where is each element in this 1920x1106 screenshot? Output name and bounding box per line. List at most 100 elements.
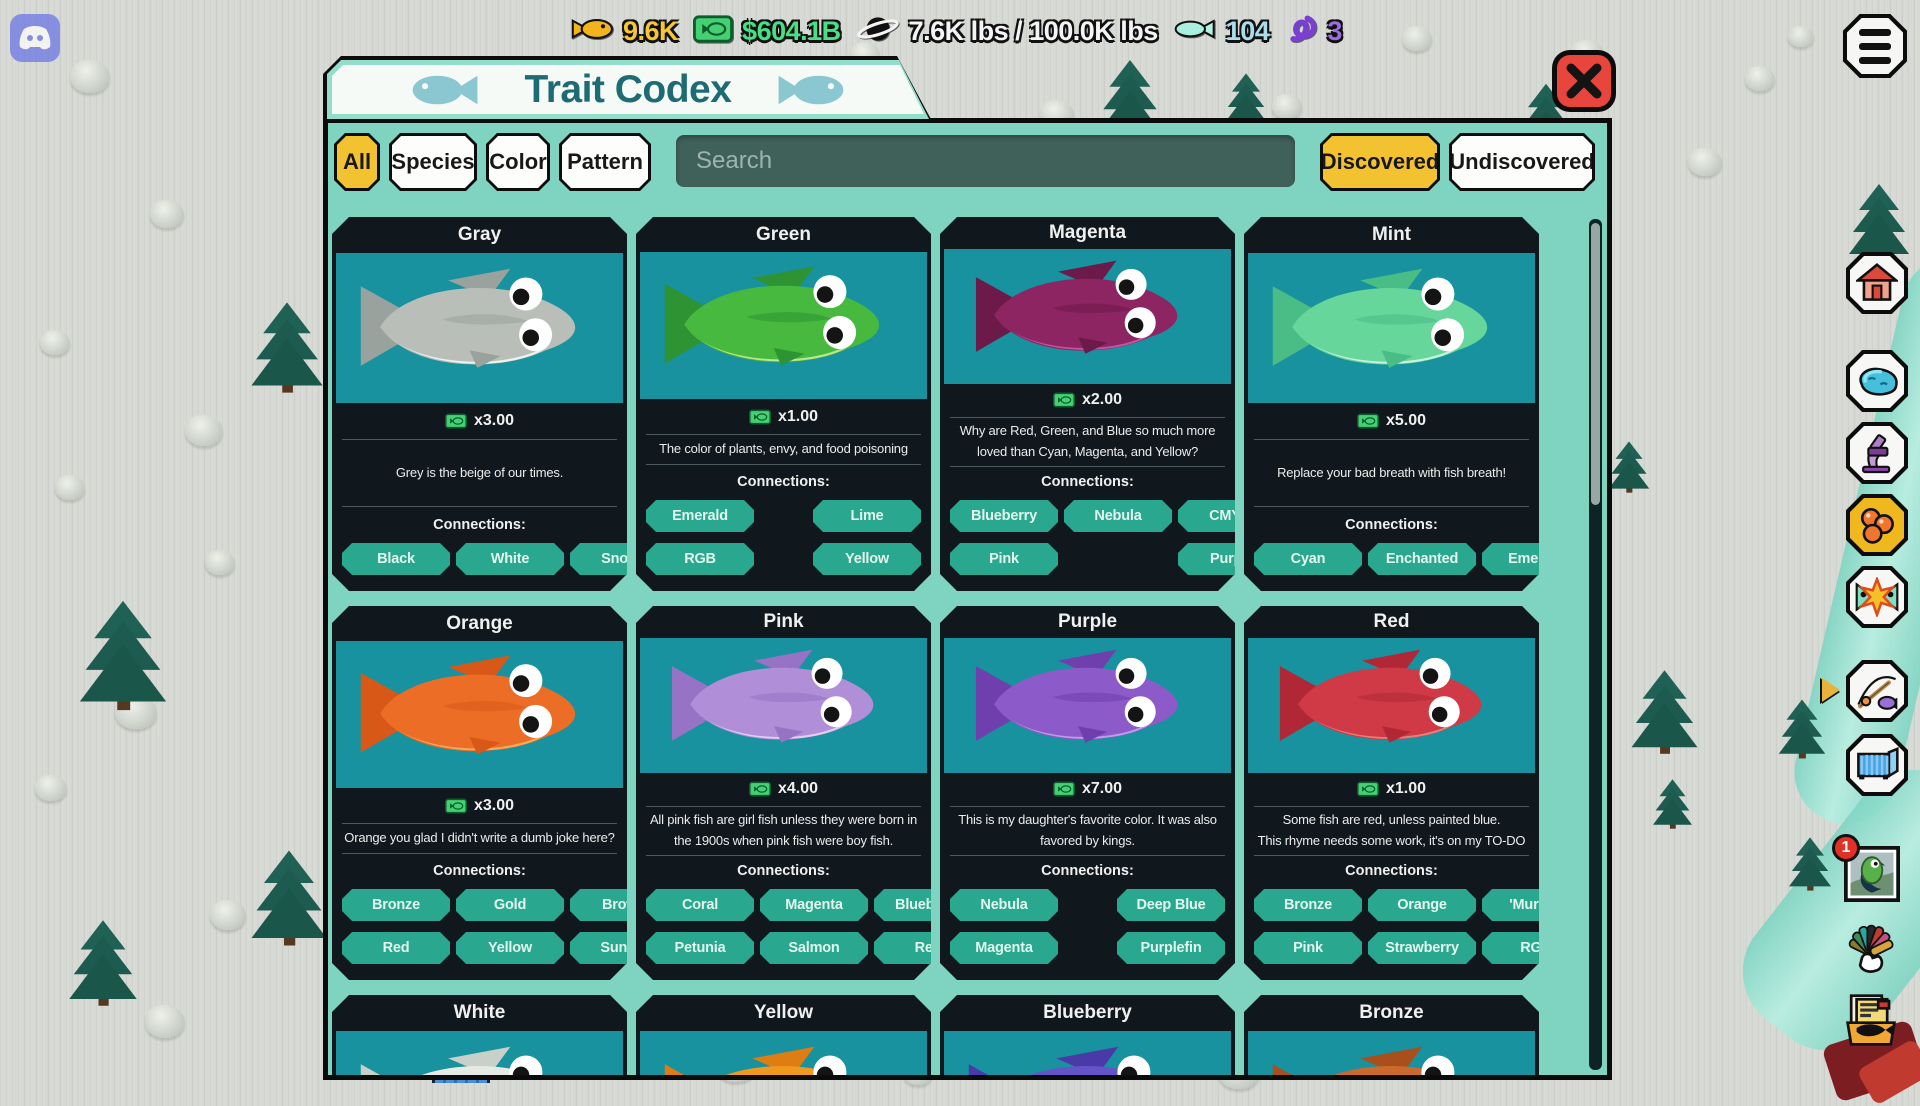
discord-icon[interactable] <box>10 14 60 62</box>
connection-purplefin[interactable]: Purplefin <box>1117 932 1225 964</box>
hud-value: 3 <box>1327 16 1342 47</box>
connections-grid: CoralMagentaBlueberryPetuniaSalmonRed <box>636 881 931 980</box>
sidebar-microscope-icon[interactable] <box>1846 422 1908 484</box>
sidebar-fishing-rod-icon[interactable] <box>1846 660 1908 722</box>
cash-card-icon <box>1053 392 1075 408</box>
sidebar-file-box-icon[interactable] <box>1844 992 1898 1053</box>
connection-petunia[interactable]: Petunia <box>646 932 754 964</box>
mint-fish-icon <box>1173 15 1217 48</box>
trait-card-purple[interactable]: Purple x7.00 This is my daughter's favor… <box>940 606 1235 980</box>
search-input[interactable] <box>676 135 1295 187</box>
sidebar-aquarium-icon[interactable] <box>1846 734 1908 796</box>
sidebar-swatch-fan-icon[interactable] <box>1844 922 1896 981</box>
connection-spacer <box>1064 889 1111 921</box>
multiplier-value: x2.00 <box>1082 391 1122 409</box>
connection-white[interactable]: White <box>456 543 564 575</box>
connection-nebula[interactable]: Nebula <box>950 889 1058 921</box>
pine-tree <box>78 598 168 713</box>
connection-bronze[interactable]: Bronze <box>342 889 450 921</box>
pebble <box>70 60 110 93</box>
home-icon <box>1850 256 1904 310</box>
hamburger-icon <box>1847 18 1903 74</box>
connection-coral[interactable]: Coral <box>646 889 754 921</box>
connection-emerald[interactable]: Emerald <box>1482 543 1590 575</box>
sidebar-versus-icon[interactable] <box>1846 566 1908 628</box>
connection-blueberry[interactable]: Blueberry <box>950 500 1058 532</box>
connection-gold[interactable]: Gold <box>456 889 564 921</box>
filter-all[interactable]: All <box>334 133 380 191</box>
trait-card-magenta[interactable]: Magenta x2.00 Why are Red, Green, and Bl… <box>940 217 1235 591</box>
connection-magenta[interactable]: Magenta <box>760 889 868 921</box>
sidebar-molecules-icon[interactable] <box>1846 494 1908 556</box>
connection-yellow[interactable]: Yellow <box>813 543 921 575</box>
pine-tree <box>1788 836 1832 892</box>
connection-rgb[interactable]: RGB <box>1482 932 1590 964</box>
versus-icon <box>1850 570 1904 624</box>
photo-log-icon <box>1844 889 1900 906</box>
fish-illustration <box>1265 1040 1518 1080</box>
sidebar-home-icon[interactable] <box>1846 252 1908 314</box>
trait-name: Yellow <box>636 995 931 1031</box>
connection--murica-[interactable]: 'Murica! <box>1482 889 1590 921</box>
connection-salmon[interactable]: Salmon <box>760 932 868 964</box>
filter-species[interactable]: Species <box>389 133 477 191</box>
gold-fish-icon <box>570 14 614 49</box>
connection-emerald[interactable]: Emerald <box>646 500 754 532</box>
connection-bronze[interactable]: Bronze <box>1254 889 1362 921</box>
connection-red[interactable]: Red <box>342 932 450 964</box>
value-multiplier: x3.00 <box>332 403 627 439</box>
menu-button[interactable] <box>1843 14 1907 78</box>
trait-card-green[interactable]: Green x1.00 The color of plants, envy, a… <box>636 217 931 591</box>
trait-card-bronze[interactable]: Bronze <box>1244 995 1539 1080</box>
close-button[interactable] <box>1552 50 1616 112</box>
fish-illustration <box>657 261 910 390</box>
scrollbar-thumb[interactable] <box>1591 223 1600 505</box>
trait-name: Mint <box>1244 217 1539 253</box>
connection-lime[interactable]: Lime <box>813 500 921 532</box>
trait-card-white[interactable]: White <box>332 995 627 1080</box>
connection-enchanted[interactable]: Enchanted <box>1368 543 1476 575</box>
connection-magenta[interactable]: Magenta <box>950 932 1058 964</box>
connection-orange[interactable]: Orange <box>1368 889 1476 921</box>
connection-rgb[interactable]: RGB <box>646 543 754 575</box>
connection-yellow[interactable]: Yellow <box>456 932 564 964</box>
fish-preview <box>944 249 1231 384</box>
fish-illustration <box>1265 262 1518 394</box>
trait-card-gray[interactable]: Gray x3.00 Grey is the beige of our time… <box>332 217 627 591</box>
trait-description: Orange you glad I didn't write a dumb jo… <box>332 824 627 852</box>
filter-color[interactable]: Color <box>486 133 550 191</box>
toggle-undiscovered[interactable]: Undiscovered <box>1449 133 1595 191</box>
trait-name: Orange <box>332 606 627 641</box>
trait-card-blueberry[interactable]: Blueberry <box>940 995 1235 1080</box>
trait-name: Purple <box>940 606 1235 638</box>
connection-cyan[interactable]: Cyan <box>1254 543 1362 575</box>
pebble <box>35 775 67 801</box>
fish-preview <box>640 1031 927 1080</box>
connections-label: Connections: <box>636 465 931 492</box>
notification-badge: 1 <box>1832 834 1860 862</box>
scrollbar[interactable] <box>1589 219 1602 1070</box>
connection-pink[interactable]: Pink <box>1254 932 1362 964</box>
dialog-header-tab: Trait Codex <box>323 56 933 123</box>
sidebar-pond-icon[interactable] <box>1846 350 1908 412</box>
fish-preview <box>1248 638 1535 773</box>
connection-nebula[interactable]: Nebula <box>1064 500 1172 532</box>
pebble <box>1688 148 1722 176</box>
toggle-discovered[interactable]: Discovered <box>1320 133 1440 191</box>
trait-card-yellow[interactable]: Yellow <box>636 995 931 1080</box>
trait-card-orange[interactable]: Orange x3.00 Orange you glad I didn't wr… <box>332 606 627 980</box>
trait-card-pink[interactable]: Pink x4.00 All pink fish are girl fish u… <box>636 606 931 980</box>
connection-deep-blue[interactable]: Deep Blue <box>1117 889 1225 921</box>
trait-card-red[interactable]: Red x1.00 Some fish are red, unless pain… <box>1244 606 1539 980</box>
connection-black[interactable]: Black <box>342 543 450 575</box>
connection-pink[interactable]: Pink <box>950 543 1058 575</box>
connection-strawberry[interactable]: Strawberry <box>1368 932 1476 964</box>
filter-pattern[interactable]: Pattern <box>559 133 651 191</box>
connection-spacer <box>760 543 807 575</box>
close-icon <box>1565 62 1603 100</box>
trait-card-mint[interactable]: Mint x5.00 Replace your bad breath with … <box>1244 217 1539 591</box>
pebble <box>55 475 85 500</box>
pine-tree <box>250 300 324 395</box>
pine-tree <box>1630 668 1699 756</box>
sidebar-photo-log-icon[interactable]: 1 <box>1844 846 1900 907</box>
